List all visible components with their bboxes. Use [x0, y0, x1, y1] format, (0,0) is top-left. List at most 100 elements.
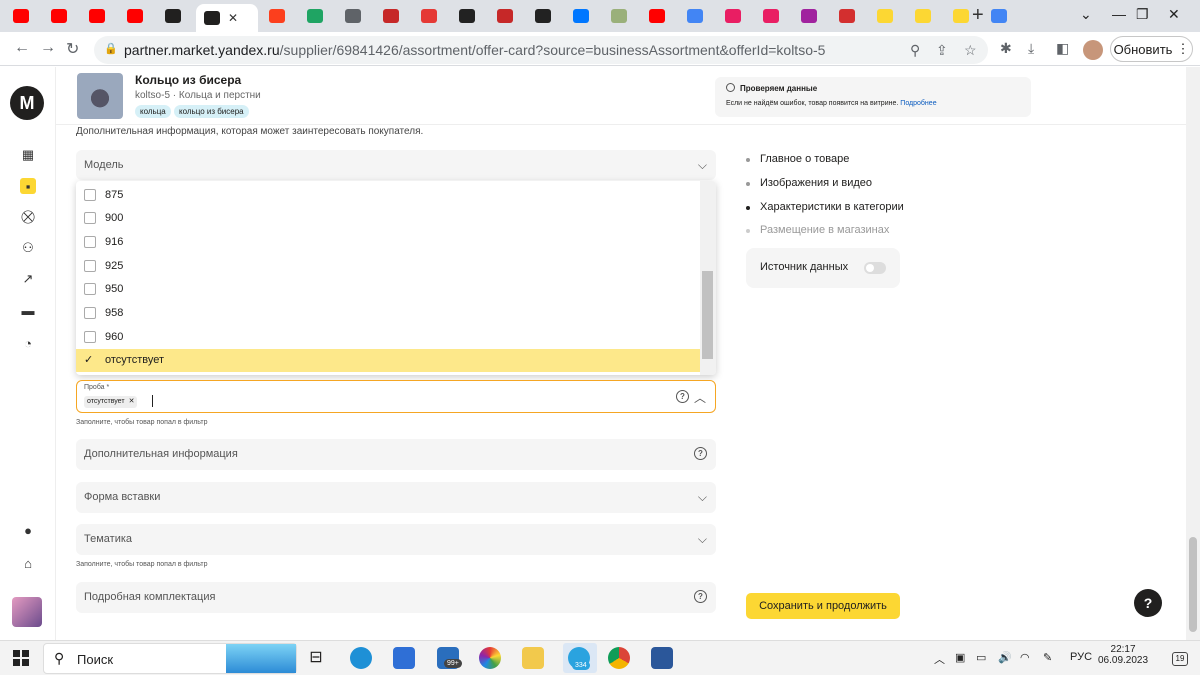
help-icon[interactable]: ? — [676, 390, 689, 403]
notifications-badge[interactable]: 19 — [1172, 652, 1188, 666]
browser-tab[interactable] — [82, 4, 112, 28]
photos-icon[interactable] — [479, 647, 501, 669]
zoom-icon[interactable]: ⚲ — [910, 42, 920, 59]
close-window-button[interactable]: ✕ — [1168, 6, 1180, 23]
update-button[interactable]: Обновить ⋮ — [1110, 36, 1193, 62]
store-icon[interactable] — [393, 647, 415, 669]
proba-option[interactable]: 900 — [76, 207, 700, 230]
category-chip[interactable]: кольца — [135, 105, 171, 118]
browser-tab[interactable] — [120, 4, 150, 28]
back-icon[interactable]: ← — [14, 39, 30, 57]
proba-option[interactable]: 925 — [76, 254, 700, 277]
dashboard-icon[interactable]: ▦ — [20, 147, 36, 163]
browser-tab[interactable] — [642, 4, 672, 28]
checkbox[interactable] — [84, 307, 96, 319]
browser-tab[interactable] — [680, 4, 710, 28]
remove-tag-icon[interactable]: ✕ — [129, 396, 135, 408]
reload-icon[interactable]: ↻ — [66, 39, 79, 59]
proba-option[interactable]: 875 — [76, 183, 700, 206]
browser-tab[interactable] — [794, 4, 824, 28]
edge-icon[interactable] — [350, 647, 372, 669]
tab-active[interactable]: ✕ — [196, 4, 258, 32]
minimize-button[interactable]: — — [1112, 6, 1126, 22]
insert-form-select[interactable]: Форма вставки ⌵ — [76, 482, 716, 513]
checkbox[interactable] — [84, 283, 96, 296]
wallet-icon[interactable]: ▬ — [20, 302, 36, 318]
promotion-icon[interactable]: ↗ — [20, 271, 36, 287]
close-tab-icon[interactable]: ✕ — [228, 11, 238, 25]
browser-tab[interactable] — [44, 4, 74, 28]
task-view-icon[interactable]: ⊟ — [305, 647, 327, 669]
browser-tab[interactable] — [158, 4, 188, 28]
model-select[interactable]: Модель ⌵ — [76, 150, 716, 180]
theme-select[interactable]: Тематика ⌵ — [76, 524, 716, 555]
logistics-icon[interactable]: ⚇ — [20, 240, 36, 256]
additional-info-field[interactable]: Дополнительная информация ? — [76, 439, 716, 470]
help-icon[interactable]: ? — [694, 590, 707, 603]
browser-tab[interactable] — [414, 4, 444, 28]
forward-icon[interactable]: → — [40, 39, 56, 57]
checkbox[interactable] — [84, 212, 96, 225]
chrome-icon[interactable] — [608, 647, 630, 669]
extensions-icon[interactable]: ✱ — [1000, 40, 1012, 57]
meet-icon[interactable]: ▣ — [955, 651, 965, 664]
browser-tab[interactable] — [300, 4, 330, 28]
browser-tab[interactable] — [376, 4, 406, 28]
data-source-toggle[interactable] — [864, 262, 886, 274]
browser-tab[interactable] — [604, 4, 634, 28]
checkbox[interactable] — [84, 259, 96, 272]
url-text[interactable]: partner.market.yandex.ru/supplier/698414… — [124, 42, 825, 58]
profile-avatar[interactable] — [1083, 40, 1103, 60]
browser-tab[interactable] — [718, 4, 748, 28]
browser-tab[interactable] — [566, 4, 596, 28]
word-icon[interactable] — [651, 647, 673, 669]
assortment-icon[interactable]: ▪ — [20, 178, 36, 194]
maximize-button[interactable]: ❐ — [1136, 6, 1149, 23]
more-link[interactable]: Подробнее — [900, 100, 936, 107]
bookmark-star-icon[interactable]: ☆ — [964, 42, 977, 59]
yandex-market-logo[interactable]: M — [10, 86, 44, 120]
proba-option[interactable]: ✓ отсутствует — [76, 348, 700, 372]
new-tab-button[interactable]: + — [972, 4, 984, 27]
browser-tab[interactable] — [490, 4, 520, 28]
browser-tab[interactable] — [984, 4, 1014, 28]
address-bar[interactable]: 🔒 partner.market.yandex.ru/supplier/6984… — [94, 36, 988, 64]
file-explorer-icon[interactable] — [522, 647, 544, 669]
browser-tab[interactable] — [908, 4, 938, 28]
taskbar-search[interactable]: ⚲ Поиск — [43, 643, 297, 674]
chevron-up-icon[interactable]: ︿ — [694, 389, 706, 406]
checkbox[interactable] — [84, 188, 96, 201]
language-indicator[interactable]: РУС — [1070, 651, 1092, 663]
cart-icon[interactable]: ⛒ — [20, 209, 36, 225]
help-button[interactable]: ? — [1134, 589, 1162, 617]
windows-start-icon[interactable] — [13, 650, 29, 666]
help-icon[interactable]: ? — [694, 447, 707, 460]
proba-option[interactable]: 916 — [76, 230, 700, 253]
pen-icon[interactable]: ✎ — [1043, 651, 1052, 664]
store-icon[interactable]: ⌂ — [20, 555, 36, 571]
kit-field[interactable]: Подробная комплектация ? — [76, 582, 716, 613]
browser-tab[interactable] — [452, 4, 482, 28]
clock[interactable]: 22:17 06.09.2023 — [1098, 644, 1148, 666]
page-scrollbar[interactable] — [1186, 67, 1200, 640]
tray-chevron-icon[interactable]: ︿ — [934, 651, 945, 667]
wifi-icon[interactable]: ◠ — [1020, 651, 1030, 664]
user-avatar[interactable] — [12, 597, 42, 627]
checkbox[interactable] — [84, 330, 96, 343]
share-icon[interactable]: ⇪ — [936, 42, 948, 59]
checkbox-checked-icon[interactable]: ✓ — [84, 354, 96, 366]
proba-option[interactable]: 950 — [76, 278, 700, 301]
browser-tab[interactable] — [262, 4, 292, 28]
browser-tab[interactable] — [870, 4, 900, 28]
checkbox[interactable] — [84, 235, 96, 248]
speaker-icon[interactable]: 🔊 — [998, 651, 1012, 664]
proba-input[interactable]: Проба * отсутствует ✕ ? ︿ — [76, 380, 716, 413]
chat-icon[interactable]: ● — [20, 522, 36, 538]
browser-tab[interactable] — [338, 4, 368, 28]
proba-option[interactable]: 958 — [76, 302, 700, 325]
save-continue-button[interactable]: Сохранить и продолжить — [746, 593, 900, 619]
tab-search-icon[interactable]: ⌄ — [1080, 6, 1092, 23]
side-panel-icon[interactable]: ◧ — [1056, 40, 1069, 57]
browser-tab[interactable] — [528, 4, 558, 28]
browser-tab[interactable] — [6, 4, 36, 28]
